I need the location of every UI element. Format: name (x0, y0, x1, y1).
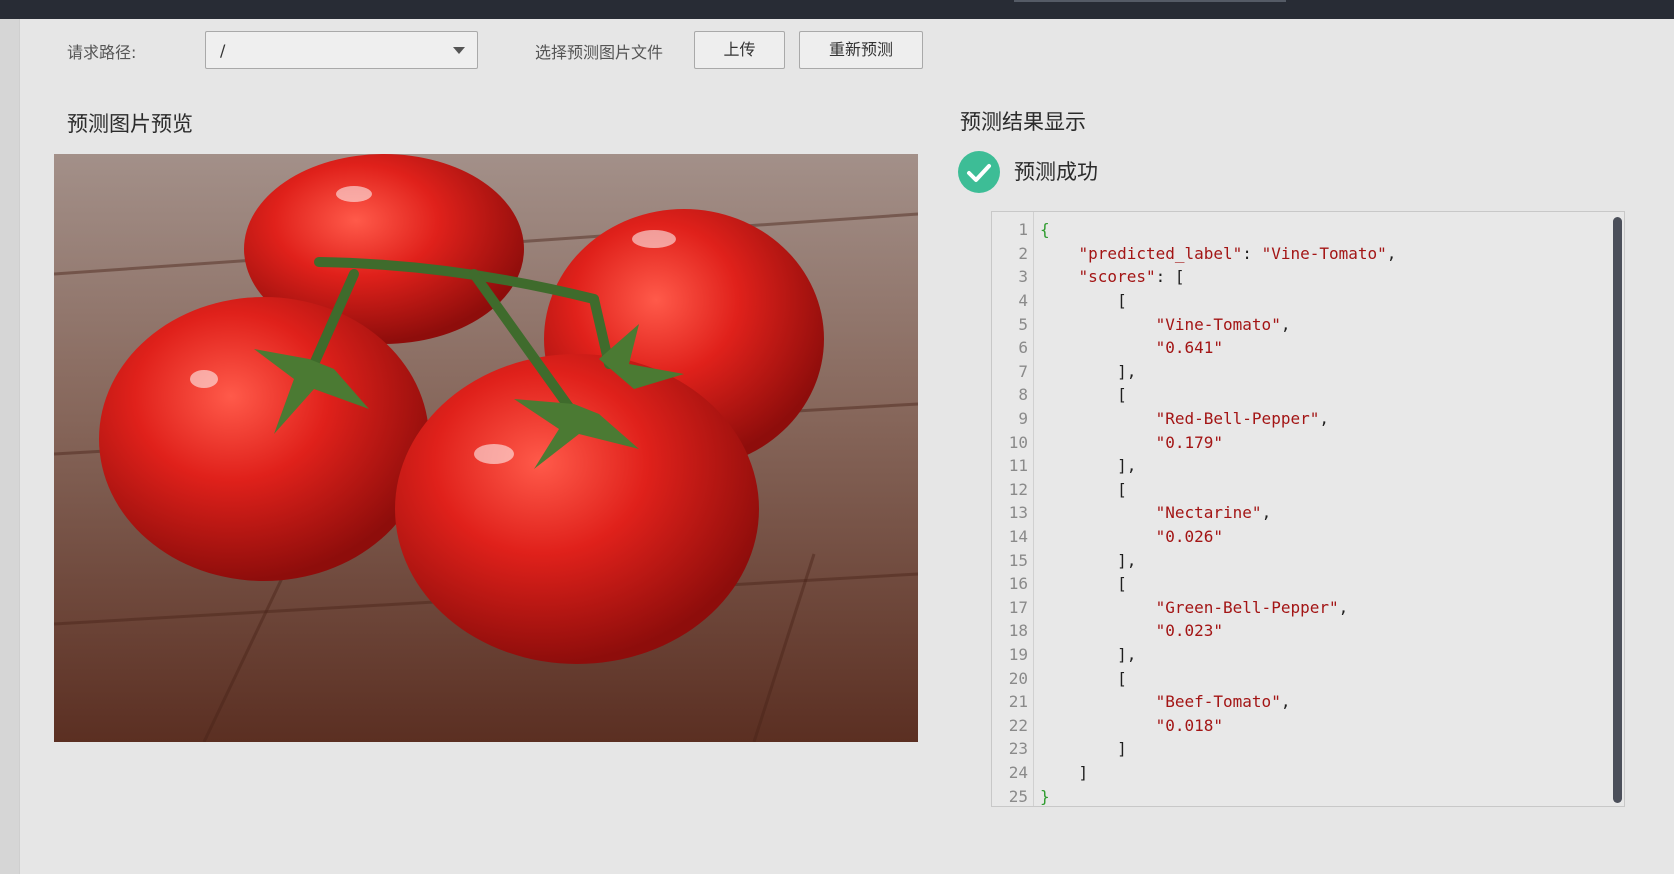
code-text: ], (1040, 361, 1137, 381)
line-number: 9 (1018, 409, 1028, 429)
code-line: 23 ] (992, 737, 1624, 761)
code-line: 22 "0.018" (992, 713, 1624, 737)
code-line: 3 "scores": [ (992, 265, 1624, 289)
line-number: 22 (1008, 715, 1028, 735)
code-line: 16 [ (992, 572, 1624, 596)
line-number: 3 (1018, 267, 1028, 287)
line-number: 2 (1018, 243, 1028, 263)
line-number: 15 (1008, 550, 1028, 570)
line-number: 11 (1008, 456, 1028, 476)
line-number: 21 (1008, 692, 1028, 712)
code-line: 18 "0.023" (992, 619, 1624, 643)
code-line: 17 "Green-Bell-Pepper", (992, 596, 1624, 620)
code-text: ] (1040, 762, 1089, 782)
line-number: 17 (1008, 597, 1028, 617)
line-number: 14 (1008, 527, 1028, 547)
code-line: 19 ], (992, 643, 1624, 667)
line-number: 6 (1018, 338, 1028, 358)
line-number: 7 (1018, 361, 1028, 381)
line-number: 20 (1008, 668, 1028, 688)
code-line: 7 ], (992, 360, 1624, 384)
code-line: 14 "0.026" (992, 525, 1624, 549)
result-code-viewer[interactable]: 1{2 "predicted_label": "Vine-Tomato", 3 "… (991, 211, 1625, 807)
code-text: "scores": [ (1078, 267, 1185, 287)
file-select-label: 选择预测图片文件 (535, 43, 664, 62)
code-text: ], (1040, 550, 1137, 570)
code-text: "0.023" (1155, 621, 1224, 641)
code-line: 15 ], (992, 548, 1624, 572)
scrollbar[interactable] (1613, 217, 1622, 803)
code-text: "Vine-Tomato", (1155, 314, 1291, 334)
code-line: 12 [ (992, 478, 1624, 502)
line-number: 5 (1018, 314, 1028, 334)
code-line: 1{ (992, 218, 1624, 242)
status-text: 预测成功 (1014, 160, 1098, 184)
code-text: "Green-Bell-Pepper", (1155, 597, 1349, 617)
line-number: 18 (1008, 621, 1028, 641)
result-title: 预测结果显示 (960, 110, 1086, 134)
check-circle-icon (958, 151, 1000, 193)
path-select[interactable]: / (205, 31, 478, 69)
preview-image (54, 154, 918, 742)
code-text: ], (1040, 456, 1137, 476)
left-edge-bar (0, 19, 20, 874)
code-text: { (1040, 220, 1050, 240)
preview-title: 预测图片预览 (67, 112, 193, 136)
code-text: } (1040, 786, 1050, 806)
repredict-button[interactable]: 重新预测 (799, 31, 923, 69)
code-line: 4 [ (992, 289, 1624, 313)
code-line: 20 [ (992, 666, 1624, 690)
code-lines: 1{2 "predicted_label": "Vine-Tomato", 3 "… (992, 218, 1624, 806)
code-text: [ (1040, 479, 1127, 499)
code-line: 2 "predicted_label": "Vine-Tomato", (992, 242, 1624, 266)
code-line: 9 "Red-Bell-Pepper", (992, 407, 1624, 431)
line-number: 8 (1018, 385, 1028, 405)
code-text: ], (1040, 644, 1137, 664)
line-number: 4 (1018, 291, 1028, 311)
code-text: [ (1040, 291, 1127, 311)
line-number: 1 (1018, 220, 1028, 240)
chevron-down-icon (453, 47, 465, 54)
path-select-value: / (220, 41, 226, 60)
top-bar-tab[interactable] (1014, 0, 1286, 2)
line-number: 10 (1008, 432, 1028, 452)
code-text: "Red-Bell-Pepper", (1155, 409, 1329, 429)
code-text: [ (1040, 574, 1127, 594)
code-text: "Nectarine", (1155, 503, 1272, 523)
line-number: 19 (1008, 644, 1028, 664)
code-text: "0.018" (1155, 715, 1224, 735)
code-text: [ (1040, 385, 1127, 405)
code-text: "0.179" (1155, 432, 1224, 452)
line-number: 16 (1008, 574, 1028, 594)
line-number: 13 (1008, 503, 1028, 523)
upload-button[interactable]: 上传 (694, 31, 785, 69)
code-line: 6 "0.641" (992, 336, 1624, 360)
code-line: 21 "Beef-Tomato", (992, 690, 1624, 714)
code-line: 8 [ (992, 383, 1624, 407)
line-number: 24 (1008, 762, 1028, 782)
code-text: "0.026" (1155, 527, 1224, 547)
line-number: 12 (1008, 479, 1028, 499)
top-bar (0, 0, 1674, 19)
code-line: 13 "Nectarine", (992, 501, 1624, 525)
code-text: "Beef-Tomato", (1155, 692, 1291, 712)
code-text: ] (1040, 739, 1127, 759)
code-text: "0.641" (1155, 338, 1224, 358)
code-line: 24 ] (992, 761, 1624, 785)
code-line: 11 ], (992, 454, 1624, 478)
code-line: 5 "Vine-Tomato", (992, 312, 1624, 336)
path-label: 请求路径: (67, 43, 137, 62)
code-text: "predicted_label": "Vine-Tomato", (1078, 243, 1397, 263)
code-line: 10 "0.179" (992, 430, 1624, 454)
line-number: 23 (1008, 739, 1028, 759)
code-line: 25} (992, 784, 1624, 806)
code-text: [ (1040, 668, 1127, 688)
line-number: 25 (1008, 786, 1028, 806)
